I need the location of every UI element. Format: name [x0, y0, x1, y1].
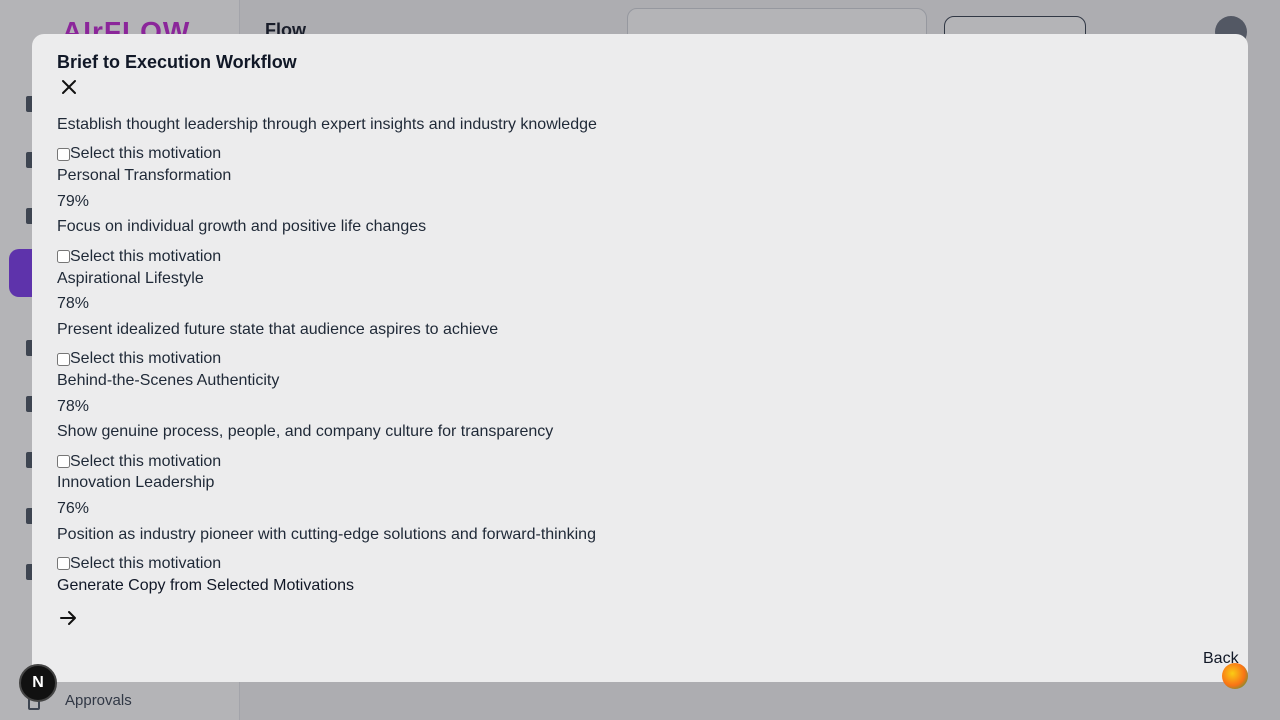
- workflow-modal: Brief to Execution Workflow Establish th…: [32, 34, 1248, 682]
- motivation-checkbox[interactable]: [57, 147, 70, 161]
- motivation-select[interactable]: Select this motivation: [57, 551, 1217, 577]
- motivation-select-label: Select this motivation: [70, 247, 222, 265]
- motivation-select-label: Select this motivation: [70, 452, 222, 470]
- arrow-right-icon: [60, 611, 76, 626]
- motivation-description: Focus on individual growth and positive …: [57, 218, 427, 236]
- assistant-icon[interactable]: [1222, 663, 1248, 689]
- motivation-title: Behind-the-Scenes Authenticity: [57, 371, 280, 389]
- motivation-select-label: Select this motivation: [70, 554, 222, 572]
- motivation-description: Establish thought leadership through exp…: [57, 116, 597, 133]
- motivation-select-label: Select this motivation: [70, 145, 222, 163]
- motivation-checkbox[interactable]: [57, 250, 70, 264]
- close-button[interactable]: [58, 76, 80, 98]
- generate-copy-button[interactable]: Generate Copy from Selected Motivations: [57, 577, 1217, 603]
- modal-title: Brief to Execution Workflow: [57, 52, 297, 72]
- motivation-description: Present idealized future state that audi…: [57, 320, 499, 338]
- motivation-checkbox[interactable]: [57, 352, 70, 366]
- motivation-select[interactable]: Select this motivation: [57, 142, 1217, 168]
- motivation-score: 79%: [57, 192, 90, 210]
- motivation-score: 78%: [57, 295, 90, 313]
- motivation-description: Position as industry pioneer with cuttin…: [57, 525, 596, 543]
- devtools-badge[interactable]: N: [19, 664, 57, 702]
- motivation-checkbox[interactable]: [57, 455, 70, 469]
- motivation-list: Establish thought leadership through exp…: [57, 116, 1217, 628]
- motivation-title: Personal Transformation: [57, 167, 232, 185]
- motivation-score: 76%: [57, 499, 90, 517]
- motivation-select[interactable]: Select this motivation: [57, 244, 1217, 270]
- motivation-checkbox[interactable]: [57, 557, 70, 571]
- motivation-title: Innovation Leadership: [57, 474, 215, 492]
- motivation-select-label: Select this motivation: [70, 350, 222, 368]
- close-icon: [62, 80, 76, 94]
- generate-arrow-button[interactable]: [58, 608, 78, 628]
- motivation-title: Aspirational Lifestyle: [57, 269, 204, 287]
- motivation-score: 78%: [57, 397, 90, 415]
- motivation-select[interactable]: Select this motivation: [57, 449, 1217, 475]
- motivation-select[interactable]: Select this motivation: [57, 346, 1217, 372]
- motivation-description: Show genuine process, people, and compan…: [57, 423, 554, 441]
